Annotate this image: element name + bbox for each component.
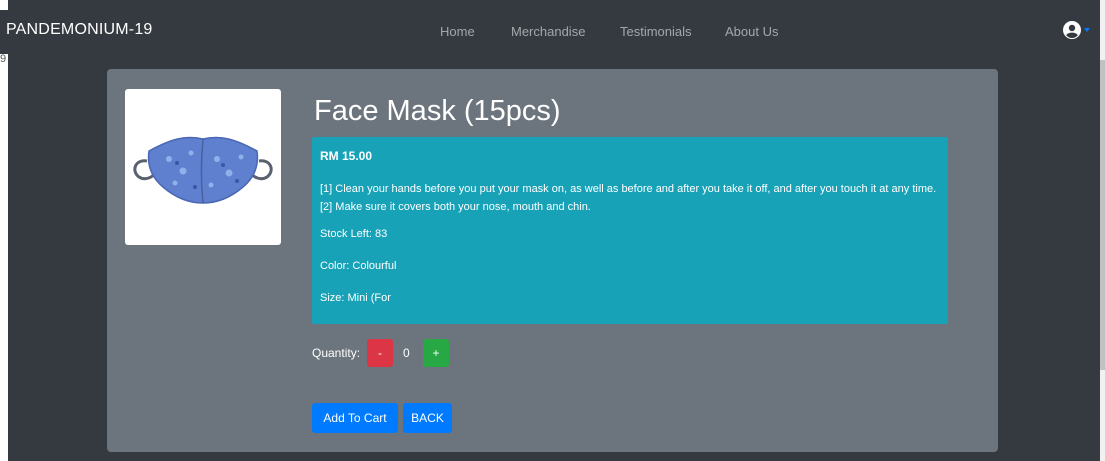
product-description: [1] Clean your hands before you put your…: [320, 183, 937, 213]
scrollbar-thumb[interactable]: [1100, 60, 1105, 370]
nav-link-home[interactable]: Home: [440, 24, 475, 39]
product-info-box: RM 15.00 [1] Clean your hands before you…: [312, 137, 948, 324]
brand-logo[interactable]: PANDEMONIUM-19: [6, 21, 153, 39]
product-price: RM 15.00: [320, 149, 373, 163]
page-edge: [0, 0, 8, 461]
top-navbar: PANDEMONIUM-19 Home Merchandise Testimon…: [0, 10, 1100, 54]
nav-link-testimonials[interactable]: Testimonials: [620, 24, 692, 39]
chevron-down-icon: [1084, 28, 1090, 32]
product-color: Color: Colourful: [320, 260, 397, 272]
quantity-value: 0: [403, 346, 410, 360]
product-title: Face Mask (15pcs): [314, 95, 561, 127]
nav-link-merchandise[interactable]: Merchandise: [511, 24, 585, 39]
add-to-cart-button[interactable]: Add To Cart: [312, 403, 398, 433]
stray-text: 9: [0, 53, 7, 65]
nav-link-about-us[interactable]: About Us: [725, 24, 778, 39]
increase-quantity-button[interactable]: +: [423, 339, 449, 367]
back-button[interactable]: BACK: [403, 403, 452, 433]
product-image: [125, 89, 281, 245]
user-menu-toggle[interactable]: [1063, 18, 1093, 42]
product-card: Face Mask (15pcs) RM 15.00 [1] Clean you…: [107, 69, 998, 452]
product-size: Size: Mini (For: [320, 292, 391, 304]
user-circle-icon: [1063, 21, 1081, 39]
decrease-quantity-button[interactable]: -: [367, 339, 393, 367]
quantity-label: Quantity:: [312, 346, 361, 360]
stock-left: Stock Left: 83: [320, 228, 388, 240]
face-mask-image: [133, 136, 273, 204]
